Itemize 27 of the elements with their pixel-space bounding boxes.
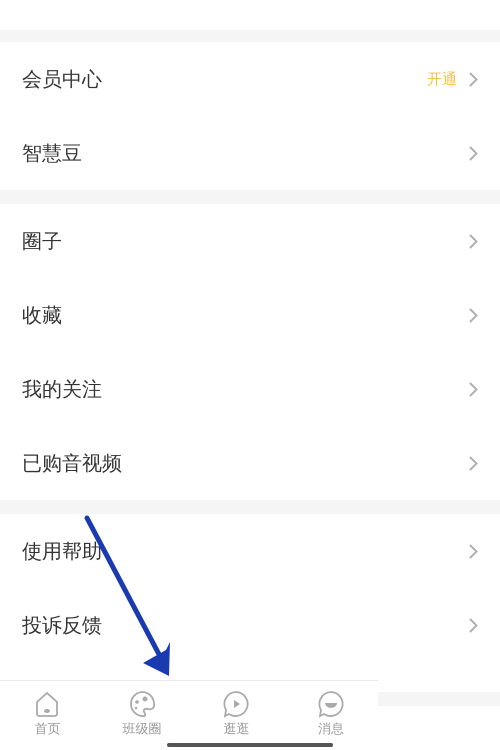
menu-row[interactable]: 已购音视频 [0, 426, 500, 500]
chevron-right-icon [469, 234, 478, 248]
chevron-right-icon [469, 146, 478, 160]
menu-label: 圈子 [22, 228, 63, 255]
menu-label: 已购音视频 [22, 450, 123, 477]
chevron-right-icon [469, 308, 478, 322]
play-bubble-icon [221, 689, 252, 719]
menu-label: 投诉反馈 [22, 612, 103, 639]
chevron-right-icon [469, 72, 478, 86]
menu-label: 智慧豆 [22, 140, 83, 167]
menu-row[interactable]: 我的关注 [0, 352, 500, 426]
menu-row[interactable]: 智慧豆 [0, 116, 500, 190]
menu-row[interactable]: 使用帮助 [0, 514, 500, 588]
menu-row[interactable]: 圈子 [0, 204, 500, 278]
chevron-right-icon [469, 382, 478, 396]
chevron-right-icon [469, 544, 478, 558]
menu-label: 收藏 [22, 302, 63, 329]
chat-bubble-icon [316, 689, 346, 719]
menu-label: 使用帮助 [22, 538, 103, 565]
chevron-right-icon [469, 456, 478, 470]
menu-label: 我的关注 [22, 376, 103, 403]
chevron-right-icon [469, 618, 478, 632]
open-label: 开通 [427, 68, 457, 90]
menu-row[interactable]: 投诉反馈 [0, 588, 500, 662]
menu-row[interactable]: 收藏 [0, 278, 500, 352]
menu-label: 会员中心 [22, 66, 103, 93]
menu-row[interactable]: 会员中心 开通 [0, 42, 500, 116]
